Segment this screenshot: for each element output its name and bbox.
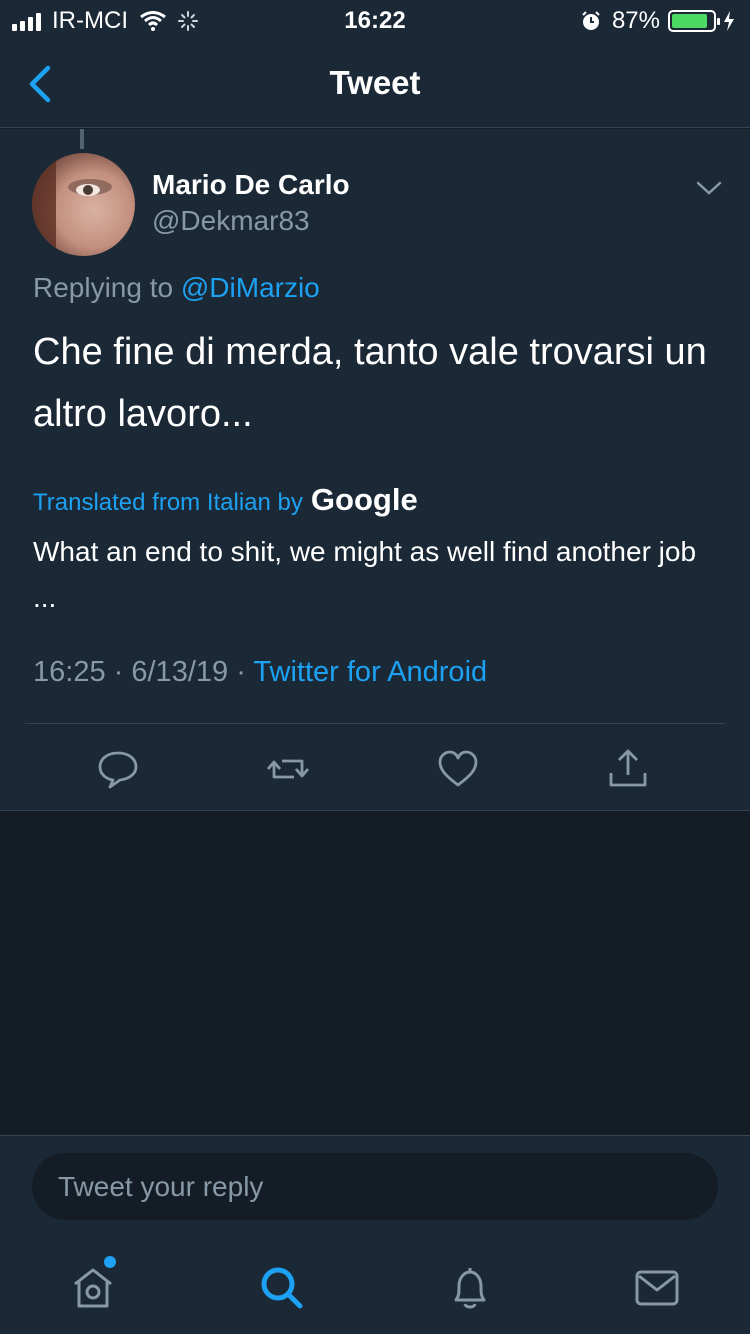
replying-prefix: Replying to [33,272,174,303]
tweet-date: 6/13/19 [131,656,229,688]
like-icon[interactable] [436,747,480,791]
reply-mention-link[interactable]: @DiMarzio [181,272,320,303]
divider [25,723,725,724]
retweet-icon[interactable] [266,747,310,791]
translation-text: What an end to shit, we might as well fi… [33,536,697,613]
screen: IR-MCI 16:22 87% Tweet Mario De Carlo @D… [0,0,750,1334]
meta-separator: · [113,656,124,688]
page-title: Tweet [329,64,421,101]
avatar[interactable] [32,153,135,256]
tweet-detail: Mario De Carlo @Dekmar83 Replying to @Di… [0,129,750,811]
charging-icon [724,11,734,31]
author-handle[interactable]: @Dekmar83 [152,205,310,237]
tweet-text: Che fine di merda, tanto vale trovarsi u… [33,331,707,435]
google-logo: Google [310,482,418,517]
messages-icon[interactable] [629,1260,685,1316]
thread-line [80,129,84,149]
more-options-button[interactable] [694,177,724,199]
tweet-meta: 16:25 · 6/13/19 · Twitter for Android [33,656,487,689]
reply-icon[interactable] [96,747,140,791]
share-icon[interactable] [606,747,650,791]
tweet-time: 16:25 [33,656,106,688]
meta-separator: · [236,656,246,688]
search-icon[interactable] [254,1260,310,1316]
alarm-icon [582,11,600,30]
battery-icon [668,10,720,32]
notifications-icon[interactable] [442,1260,498,1316]
battery-percent: 87% [611,7,660,34]
replying-to: Replying to @DiMarzio [33,272,320,304]
translated-label[interactable]: Translated from Italian by [33,489,303,517]
status-bar: IR-MCI 16:22 87% [0,0,750,40]
author-name[interactable]: Mario De Carlo [152,169,350,201]
home-icon[interactable] [65,1260,121,1316]
nav-bar: Tweet [0,40,750,128]
reply-area [0,1135,750,1334]
translation-attribution: Translated from Italian by Google [33,482,418,518]
battery-level [672,14,707,28]
reply-input[interactable] [32,1153,718,1220]
tweet-source-link[interactable]: Twitter for Android [253,656,487,688]
status-right: 87% [580,7,736,35]
